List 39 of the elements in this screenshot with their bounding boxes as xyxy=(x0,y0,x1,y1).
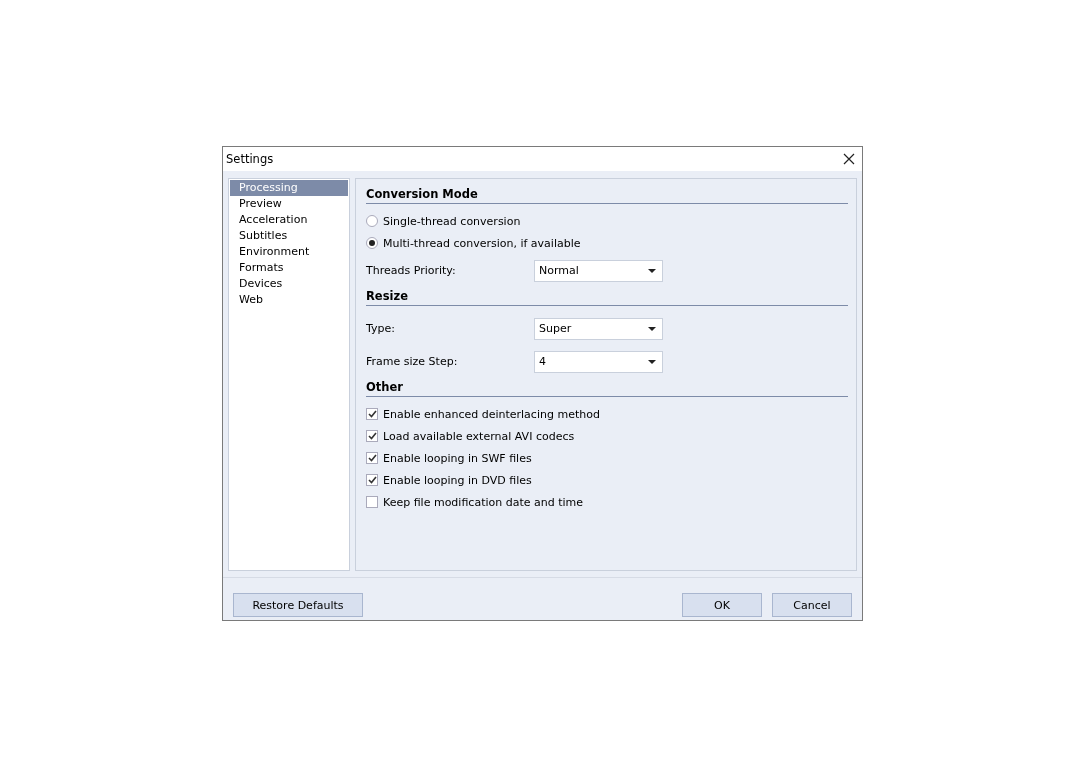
checkbox-label: Enable looping in DVD files xyxy=(383,473,532,487)
radio-label: Multi-thread conversion, if available xyxy=(383,236,581,250)
checkbox[interactable] xyxy=(366,430,378,442)
radio-button[interactable] xyxy=(366,215,378,227)
field-label: Type: xyxy=(366,322,396,335)
checkbox[interactable] xyxy=(366,408,378,420)
window-title: Settings xyxy=(226,152,274,166)
close-icon xyxy=(842,152,856,166)
close-button[interactable] xyxy=(842,152,856,166)
field-label: Frame size Step: xyxy=(366,355,459,368)
checkbox[interactable] xyxy=(366,474,378,486)
checkbox-label: Load available external AVI codecs xyxy=(383,429,575,443)
category-item[interactable]: Subtitles xyxy=(230,228,348,244)
caret-icon xyxy=(648,268,656,273)
checkbox-label: Enable looping in SWF files xyxy=(383,451,532,465)
category-item[interactable]: Formats xyxy=(230,260,348,276)
checkbox[interactable] xyxy=(366,496,378,508)
caret-icon xyxy=(648,326,656,331)
dropdown[interactable]: Normal xyxy=(534,259,663,282)
caret-icon xyxy=(648,359,656,364)
checkbox[interactable] xyxy=(366,452,378,464)
checkbox-label: Enable enhanced deinterlacing method xyxy=(383,407,600,421)
category-item[interactable]: Preview xyxy=(230,196,348,212)
dropdown[interactable]: 4 xyxy=(534,350,663,373)
checkbox-label: Keep file modification date and time xyxy=(383,495,584,509)
section-heading: Resize xyxy=(366,289,848,306)
radio-label: Single-thread conversion xyxy=(383,214,521,228)
section-heading: Conversion Mode xyxy=(366,187,848,204)
category-item[interactable]: Acceleration xyxy=(230,212,348,228)
category-item[interactable]: Environment xyxy=(230,244,348,260)
dialog-button[interactable]: Cancel xyxy=(772,593,852,617)
restore-defaults-button[interactable]: Restore Defaults xyxy=(233,593,363,617)
field-label: Threads Priority: xyxy=(366,264,457,277)
category-item[interactable]: Devices xyxy=(230,276,348,292)
dropdown[interactable]: Super xyxy=(534,317,663,340)
category-item[interactable]: Web xyxy=(230,292,348,308)
radio-button[interactable] xyxy=(366,237,378,249)
section-heading: Other xyxy=(366,380,848,397)
dialog-button[interactable]: OK xyxy=(682,593,762,617)
